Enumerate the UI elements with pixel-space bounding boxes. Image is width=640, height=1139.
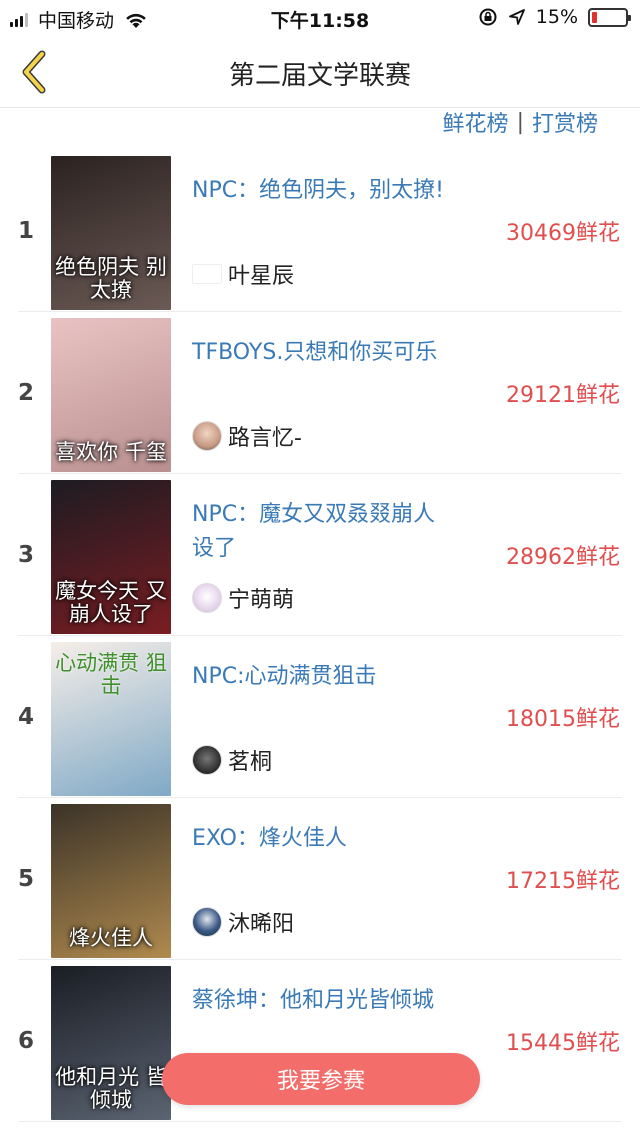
cover-title: 绝色阴夫 别太撩 (55, 254, 167, 302)
rank-number: 1 (18, 218, 35, 244)
cover-title: 心动满贯 狙击 (55, 651, 167, 699)
author-avatar (192, 907, 222, 937)
list-item[interactable]: 2 喜欢你 千玺 TFBOYS.只想和你买可乐 路言忆- 29121鲜花 (18, 312, 622, 474)
author: 路言忆- (192, 420, 302, 452)
tab-rewards-rank[interactable]: 打赏榜 (532, 106, 598, 138)
list-item[interactable]: 3 魔女今天 又崩人设了 NPC：魔女又双叒叕崩人设了 宁萌萌 28962鲜花 (18, 474, 622, 636)
list-item[interactable]: 4 心动满贯 狙击 NPC:心动满贯狙击 茗桐 18015鲜花 (18, 636, 622, 798)
book-cover[interactable]: 魔女今天 又崩人设了 (51, 480, 171, 634)
tab-flowers-rank[interactable]: 鲜花榜 (443, 106, 509, 138)
rank-number: 4 (18, 704, 35, 730)
status-right: 15% (478, 6, 631, 28)
author-name: 茗桐 (228, 750, 273, 775)
battery-percent: 15% (535, 6, 578, 28)
author-name: 沐晞阳 (228, 912, 295, 937)
book-cover[interactable]: 绝色阴夫 别太撩 (51, 156, 171, 310)
rank-number: 6 (18, 1028, 35, 1054)
book-cover[interactable]: 他和月光 皆倾城 (51, 966, 171, 1120)
author: 叶星辰 (192, 258, 294, 290)
cover-title: 魔女今天 又崩人设了 (55, 578, 167, 626)
flower-count: 15445鲜花 (506, 1031, 620, 1056)
rotation-lock-icon (479, 8, 497, 26)
author-avatar (192, 583, 222, 613)
location-arrow-icon (508, 9, 525, 25)
author-name: 路言忆- (228, 426, 302, 451)
rank-number: 3 (18, 542, 35, 568)
book-cover[interactable]: 烽火佳人 (51, 804, 171, 958)
page-title: 第二届文学联赛 (228, 61, 411, 91)
author: 沐晞阳 (192, 906, 294, 938)
join-contest-button[interactable]: 我要参赛 (162, 1053, 480, 1105)
book-title[interactable]: NPC:心动满贯狙击 (192, 660, 452, 694)
list-item[interactable]: 5 烽火佳人 EXO：烽火佳人 沐晞阳 17215鲜花 (18, 798, 622, 960)
status-bar: 中国移动 下午11:58 15% (0, 0, 640, 36)
book-title[interactable]: NPC：绝色阴夫，别太撩! (192, 174, 452, 208)
author-name: 叶星辰 (228, 264, 295, 289)
book-title[interactable]: EXO：烽火佳人 (192, 822, 452, 856)
author: 宁萌萌 (192, 582, 294, 614)
author-avatar (192, 745, 222, 775)
author-avatar (192, 264, 222, 284)
flower-count: 17215鲜花 (506, 869, 620, 894)
cover-title: 他和月光 皆倾城 (55, 1064, 167, 1112)
book-title[interactable]: 蔡徐坤：他和月光皆倾城 (192, 984, 452, 1018)
author-avatar (192, 421, 222, 451)
flower-count: 30469鲜花 (506, 221, 620, 246)
flower-count: 29121鲜花 (506, 383, 620, 408)
author-name: 宁萌萌 (228, 588, 295, 613)
rank-separator: | (516, 109, 524, 135)
rank-type-switch: 鲜花榜 | 打赏榜 (443, 106, 598, 138)
list-item[interactable]: 1 绝色阴夫 别太撩 NPC：绝色阴夫，别太撩! 叶星辰 30469鲜花 (18, 150, 622, 312)
ranking-list: 1 绝色阴夫 别太撩 NPC：绝色阴夫，别太撩! 叶星辰 30469鲜花 2 喜… (0, 150, 640, 1122)
cover-title: 烽火佳人 (69, 925, 153, 950)
rank-number: 5 (18, 866, 35, 892)
book-title[interactable]: NPC：魔女又双叒叕崩人设了 (192, 498, 452, 566)
battery-icon (588, 7, 631, 27)
book-cover[interactable]: 心动满贯 狙击 (51, 642, 171, 796)
cover-title: 喜欢你 千玺 (55, 439, 167, 464)
author: 茗桐 (192, 744, 272, 776)
book-cover[interactable]: 喜欢你 千玺 (51, 318, 171, 472)
book-title[interactable]: TFBOYS.只想和你买可乐 (192, 336, 452, 370)
flower-count: 18015鲜花 (506, 707, 620, 732)
flower-count: 28962鲜花 (506, 545, 620, 570)
nav-bar: 第二届文学联赛 (0, 36, 640, 108)
rank-number: 2 (18, 380, 35, 406)
